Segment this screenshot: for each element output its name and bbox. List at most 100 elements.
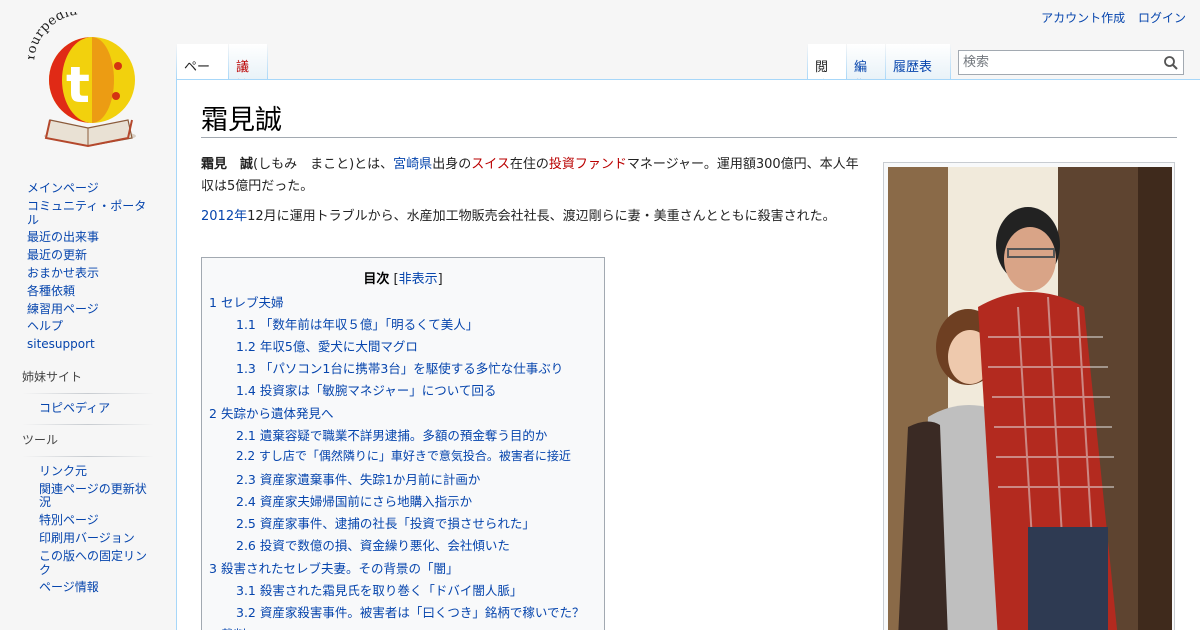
- toc-text: 資産家遺棄事件、失踪1か月前に計画か: [259, 472, 481, 487]
- text: 出身の: [432, 157, 472, 172]
- tab-edit[interactable]: 編集: [847, 44, 885, 94]
- toc-text: 資産家夫婦帰国前にさら地購入指示か: [259, 494, 473, 509]
- sidebar-item-sitesupport[interactable]: sitesupport: [0, 336, 168, 354]
- title-divider: [201, 137, 1177, 138]
- svg-text:t: t: [66, 56, 90, 114]
- sidebar-item-main-page[interactable]: メインページ: [0, 180, 168, 198]
- toc-text: 「パソコン1台に携帯3台」を駆使する多忙な仕事ぶり: [259, 361, 564, 376]
- sidebar-item-page-info[interactable]: ページ情報: [0, 579, 168, 597]
- create-account-link[interactable]: アカウント作成: [1041, 11, 1125, 25]
- toc-number: 3.2: [236, 605, 256, 620]
- toc-item[interactable]: 1 セレブ夫婦: [209, 292, 283, 311]
- toc-item[interactable]: 1.3 「パソコン1台に携帯3台」を駆使する多忙な仕事ぶり: [236, 358, 563, 377]
- toc-number: 1.4: [236, 383, 256, 398]
- toc-text: 年収5億、愛犬に大間マグロ: [259, 339, 418, 354]
- intro-paragraph: 霜見 誠(しもみ まこと)とは、宮崎県出身のスイス在住の投資ファンドマネージャー…: [201, 154, 861, 198]
- toc-item[interactable]: 3.2 資産家殺害事件。被害者は「曰くつき」銘柄で稼いでた？: [236, 602, 585, 621]
- tab-talk[interactable]: 議論: [229, 44, 267, 94]
- toc-text: セレブ夫婦: [220, 295, 284, 310]
- page-title: 霜見誠: [201, 105, 282, 136]
- toc-item[interactable]: 2 失踪から遺体発見へ: [209, 403, 333, 422]
- subject-name: 霜見 誠: [201, 157, 254, 172]
- sidebar-item-copipedia[interactable]: コピペディア: [0, 400, 168, 418]
- sidebar-item-current-events[interactable]: 最近の出来事: [0, 229, 168, 247]
- toc-item[interactable]: 1.2 年収5億、愛犬に大間マグロ: [236, 336, 418, 355]
- toc-number: 2.6: [236, 538, 256, 553]
- link-2012[interactable]: 2012年: [201, 209, 247, 224]
- content-area: 霜見誠 霜見 誠(しもみ まこと)とは、宮崎県出身のスイス在住の投資ファンドマネ…: [176, 79, 1200, 630]
- toc-number: 1.1: [236, 317, 256, 332]
- divider: [22, 423, 154, 425]
- toc-item[interactable]: 2.3 資産家遺棄事件、失踪1か月前に計画か: [236, 469, 480, 488]
- toc-number: 1: [209, 295, 217, 310]
- tab-separator: [267, 44, 268, 80]
- toc-toggle-bracket: ]: [437, 272, 443, 287]
- table-of-contents: 目次 [非表示] 1 セレブ夫婦 1.1 「数年前は年収５億」「明るくて美人」 …: [201, 257, 605, 630]
- toc-item[interactable]: 4 裁判: [209, 624, 246, 630]
- redlink-investment-fund[interactable]: 投資ファンド: [549, 157, 627, 172]
- toc-text: 投資家は「敏腕マネジャー」について回る: [259, 383, 497, 398]
- sidebar-item-related-changes[interactable]: 関連ページの更新状況: [0, 481, 168, 513]
- toc-number: 2.2: [236, 449, 256, 463]
- sidebar-item-community-portal[interactable]: コミュニティ・ポータル: [0, 198, 168, 230]
- link-miyazaki[interactable]: 宮崎県: [393, 157, 432, 172]
- tab-history[interactable]: 履歴表示: [886, 44, 950, 94]
- toc-item[interactable]: 1.4 投資家は「敏腕マネジャー」について回る: [236, 380, 496, 399]
- toc-text: 殺害されたセレブ夫妻。その背景の「闇」: [220, 561, 459, 576]
- personal-tools: アカウント作成 ログイン: [1032, 9, 1186, 26]
- toc-number: 2.3: [236, 472, 256, 487]
- search-icon[interactable]: [1163, 55, 1179, 71]
- toc-item[interactable]: 2.1 遺棄容疑で職業不詳男逮捕。多額の預金奪う目的か: [236, 425, 547, 444]
- toc-number: 3: [209, 561, 217, 576]
- divider: [22, 392, 154, 394]
- tools-heading: ツール: [22, 432, 59, 447]
- toc-text: すし店で「偶然隣りに」車好きで意気投合。被害者に接近: [258, 449, 571, 463]
- toc-item[interactable]: 3 殺害されたセレブ夫妻。その背景の「闇」: [209, 558, 458, 577]
- toc-item[interactable]: 1.1 「数年前は年収５億」「明るくて美人」: [236, 314, 478, 333]
- text: 在住の: [509, 157, 549, 172]
- toc-item[interactable]: 2.4 資産家夫婦帰国前にさら地購入指示か: [236, 491, 472, 510]
- sidebar-item-what-links-here[interactable]: リンク元: [0, 463, 168, 481]
- toc-number: 2.4: [236, 494, 256, 509]
- toc-text: 投資で数億の損、資金繰り悪化、会社傾いた: [259, 538, 510, 553]
- toc-number: 3.1: [236, 583, 256, 598]
- toc-text: 「数年前は年収５億」「明るくて美人」: [259, 317, 479, 332]
- second-paragraph: 2012年12月に運用トラブルから、水産加工物販売会社社長、渡辺剛らに妻・美重さ…: [201, 206, 861, 228]
- toc-text: 資産家事件、逮捕の社長「投資で損させられた」: [259, 516, 535, 531]
- toc-header: 目次 [非表示]: [202, 268, 604, 287]
- sidebar-item-requests[interactable]: 各種依頼: [0, 283, 168, 301]
- toc-number: 2.1: [236, 428, 256, 443]
- sister-sites-heading: 姉妹サイト: [22, 369, 83, 384]
- toc-text: 遺棄容疑で職業不詳男逮捕。多額の預金奪う目的か: [259, 428, 548, 443]
- sidebar-item-recent-changes[interactable]: 最近の更新: [0, 247, 168, 265]
- sidebar-item-random[interactable]: おまかせ表示: [0, 265, 168, 283]
- toc-number: 2.5: [236, 516, 256, 531]
- search-input[interactable]: [959, 51, 1155, 74]
- text: 12月に運用トラブルから、水産加工物販売会社社長、渡辺剛らに妻・美重さんとともに…: [247, 209, 836, 224]
- toc-text: 資産家殺害事件。被害者は「曰くつき」銘柄で稼いでた？: [259, 605, 585, 620]
- sidebar-item-printable[interactable]: 印刷用バージョン: [0, 530, 168, 548]
- sidebar-item-permalink[interactable]: この版への固定リンク: [0, 548, 168, 580]
- redlink-switzerland[interactable]: スイス: [471, 157, 510, 172]
- site-logo[interactable]: Yourpedia t: [23, 3, 148, 150]
- toc-item[interactable]: 2.2 すし店で「偶然隣りに」車好きで意気投合。被害者に接近: [236, 447, 571, 464]
- divider: [22, 455, 154, 457]
- toc-item[interactable]: 2.5 資産家事件、逮捕の社長「投資で損させられた」: [236, 513, 535, 532]
- search-box: [958, 50, 1184, 75]
- tab-separator: [950, 44, 951, 80]
- toc-number: 1.2: [236, 339, 256, 354]
- sidebar-item-help[interactable]: ヘルプ: [0, 318, 168, 336]
- article-image-frame: [883, 162, 1175, 630]
- sidebar-item-special-pages[interactable]: 特別ページ: [0, 512, 168, 530]
- toc-item[interactable]: 3.1 殺害された霜見氏を取り巻く「ドバイ闇人脈」: [236, 580, 522, 599]
- sidebar-item-sandbox[interactable]: 練習用ページ: [0, 301, 168, 319]
- tab-read[interactable]: 閲覧: [808, 44, 846, 94]
- toc-item[interactable]: 2.6 投資で数億の損、資金繰り悪化、会社傾いた: [236, 535, 510, 554]
- logo-icon: Yourpedia t: [23, 3, 136, 148]
- article-photo[interactable]: [888, 167, 1172, 630]
- tab-page[interactable]: ページ: [177, 44, 228, 94]
- toc-hide-toggle[interactable]: 非表示: [399, 272, 438, 287]
- login-link[interactable]: ログイン: [1138, 11, 1186, 25]
- toc-text: 殺害された霜見氏を取り巻く「ドバイ闇人脈」: [259, 583, 523, 598]
- toc-number: 2: [209, 406, 217, 421]
